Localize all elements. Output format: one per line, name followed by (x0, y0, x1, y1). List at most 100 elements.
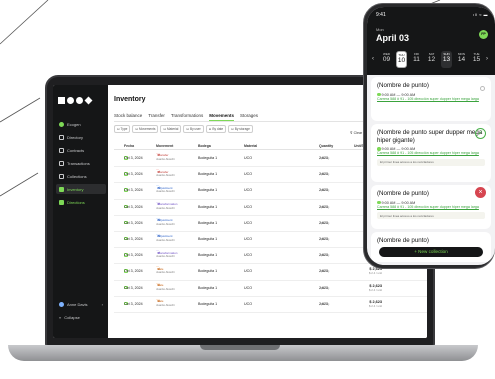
org-icon (59, 121, 64, 127)
card-address[interactable]: Carrera 588 # 91 - 105 dirección super d… (377, 151, 485, 156)
unit-cost: $ 2.4 / unit (368, 271, 382, 276)
time-range: 9:00 AM — 9:00 AM (381, 92, 416, 97)
column-header-material[interactable]: Material (244, 144, 257, 148)
tab-storages[interactable]: Storages (240, 113, 258, 121)
cost-cell: $ 2,623$ 2.4 / unit (354, 284, 382, 292)
quantity-cell: 2,623,000 Kg (319, 237, 329, 241)
signal-icon: ıll ≈ ▬ (473, 12, 488, 17)
close-icon[interactable]: × (475, 187, 486, 198)
sidebar-item-directory[interactable]: Directory (56, 132, 106, 142)
tab-transfer[interactable]: Transfer (148, 113, 165, 121)
sidebar-item-directions[interactable]: Directions (56, 197, 106, 207)
filter-by-date[interactable]: ⊟ By date (205, 125, 227, 133)
time-range: 9:00 AM — 9:00 AM (381, 200, 416, 205)
sidebar-item-org[interactable]: Ecogen (56, 119, 106, 129)
day-number: 14 (457, 56, 466, 63)
movement-type-badge: ⇄ Adjustment (156, 233, 172, 238)
user-avatar[interactable]: FP (479, 30, 488, 39)
material-cell: UCO (244, 269, 252, 274)
laptop-notch (200, 345, 280, 350)
material-cell: UCO (244, 253, 252, 258)
filter-bar: ⊟ Type ⊟ Movements ⊟ Material ⊟ By user … (114, 125, 253, 133)
material-cell: UCO (244, 188, 252, 193)
filter-material[interactable]: ⊟ Material (160, 125, 182, 133)
day-cell[interactable]: FRI 11 (411, 51, 422, 68)
filter-type[interactable]: ⊟ Type (114, 125, 131, 133)
day-number: 11 (413, 56, 420, 63)
quantity-cell: 2,623,000 Kg (319, 253, 329, 257)
filter-by-user[interactable]: ⊟ By user (183, 125, 204, 133)
day-cell[interactable]: SAT 12 (426, 51, 437, 68)
material-cell: UCO (244, 301, 252, 306)
date-text: Oct 3, 2024 (124, 156, 143, 160)
sidebar-item-label: Contracts (67, 147, 85, 153)
sidebar-item-transactions[interactable]: Transactions (56, 158, 106, 168)
movement-user: Juanito Aluschi (156, 302, 175, 307)
day-cell[interactable]: TUE 15 (471, 51, 482, 68)
material-cell: UCO (244, 204, 252, 209)
status-dot-icon (377, 92, 381, 97)
day-cell-today[interactable]: THU 10 (396, 51, 407, 68)
card-title: (Nombre de punto) (377, 237, 429, 244)
filter-label: By storage (234, 126, 250, 131)
user-name: Anne Davis (67, 301, 88, 307)
quantity-value: 2,623 (319, 236, 328, 241)
day-cell-selected[interactable]: SUN 13 (441, 51, 452, 68)
chevron-right-icon[interactable]: › (486, 56, 488, 62)
status-bar: 9:41 ıll ≈ ▬ (376, 12, 494, 18)
date-text: Oct 3, 2024 (124, 236, 143, 241)
logo-circle-icon (67, 97, 74, 104)
card-address[interactable]: Carrera 588 # 91 - 105 dirección super d… (377, 205, 485, 210)
filter-movements[interactable]: ⊟ Movements (132, 125, 159, 133)
sidebar-item-contracts[interactable]: Contracts (56, 145, 106, 155)
collection-card[interactable]: (Nombre de punto) 9:00 AM — 9:00 AM Carr… (371, 185, 491, 229)
collection-card[interactable]: (Nombre de punto super dupper mega hiper… (371, 124, 491, 182)
storage-cell: Bodeguita 1 (198, 253, 218, 258)
date-text: Oct 3, 2024 (124, 301, 143, 306)
column-header-movement[interactable]: Movement (156, 144, 173, 148)
new-collection-button[interactable]: + New collection (379, 247, 483, 257)
app-logo (58, 96, 93, 105)
sidebar-item-collections[interactable]: Collections (56, 171, 106, 181)
tab-movements[interactable]: Movements (209, 113, 234, 121)
collection-card[interactable]: (Nombre de punto) 9:00 AM — 9:00 AM Carr… (371, 77, 491, 121)
quantity-cell: 2,623,000 Kg (319, 188, 329, 192)
weekday-label: Mon (376, 27, 384, 32)
storage-cell: Bodeguita 1 (198, 269, 218, 274)
date-text: Oct 3, 2024 (124, 188, 143, 193)
user-menu[interactable]: Anne Davis › (56, 299, 106, 309)
column-header-storage[interactable]: Bodega (198, 144, 211, 148)
card-title: (Nombre de punto) (377, 82, 429, 89)
storage-cell: Bodeguita 1 (198, 204, 218, 209)
storage-cell: Bodeguita 1 (198, 301, 218, 306)
quantity-value: 2,623 (319, 204, 328, 209)
tab-bar: Stock balance Transfer Transformations M… (114, 113, 258, 121)
card-address[interactable]: Carrera 588 # 91 - 105 dirección super d… (377, 97, 485, 102)
filter-by-storage[interactable]: ⊟ By storage (228, 125, 253, 133)
storage-cell: Bodeguita 1 (198, 236, 218, 241)
check-icon[interactable]: ✓ (475, 128, 486, 139)
chevron-left-icon[interactable]: ‹ (372, 56, 374, 62)
table-row[interactable]: Oct 3, 2024 ⇄ Sale Juanito Aluschi Bodeguit… (114, 297, 427, 313)
collapse-button[interactable]: «Collapse (56, 312, 106, 322)
quantity-cell: 2,623,000 Kg (319, 205, 329, 209)
column-header-date[interactable]: Fecha (124, 144, 134, 148)
movement-type-badge: ⇄ Transformation (156, 250, 177, 255)
table-row[interactable]: Oct 3, 2024 ⇄ Sale Juanito Aluschi Bodeguit… (114, 281, 427, 297)
unit-cost: $ 2.4 / unit (368, 303, 382, 308)
material-cell: UCO (244, 220, 252, 225)
sidebar-item-inventory[interactable]: Inventory (56, 184, 106, 194)
day-cell[interactable]: WED 09 (381, 51, 392, 68)
date-text: Oct 3, 2024 (124, 253, 143, 258)
column-header-quantity[interactable]: Quantity (319, 144, 333, 148)
storage-cell: Bodeguita 1 (198, 188, 218, 193)
sidebar: Ecogen Directory Contracts Transactions … (53, 85, 108, 338)
tab-stock-balance[interactable]: Stock balance (114, 113, 142, 121)
tab-transformations[interactable]: Transformations (171, 113, 203, 121)
collapse-icon: « (59, 314, 62, 320)
day-cell[interactable]: MON 14 (456, 51, 467, 68)
checkbox-icon[interactable] (480, 86, 485, 91)
day-number: 15 (472, 56, 481, 63)
date-text: Oct 3, 2024 (124, 204, 143, 209)
clear-filters-button[interactable]: ⊽ Clear (350, 131, 362, 135)
